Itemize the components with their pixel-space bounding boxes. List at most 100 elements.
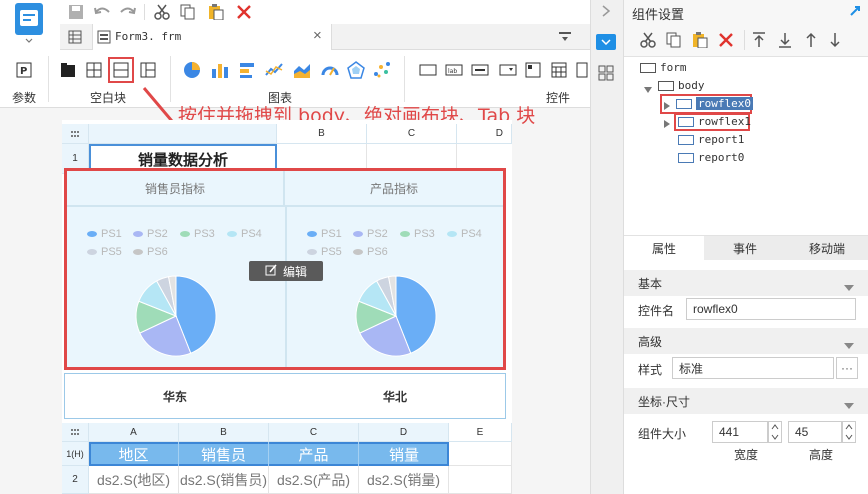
section-collapse-icon[interactable] [844,280,854,294]
salesperson-pie-chart[interactable] [131,271,221,361]
undo-icon[interactable] [92,2,112,22]
bar-chart-icon[interactable] [210,60,230,80]
tree-node-report0[interactable]: report0 [678,151,744,164]
width-input[interactable]: 441 [712,421,768,443]
column-flex-icon[interactable] [138,60,158,80]
tree-node-form[interactable]: form [640,61,687,74]
section-collapse-icon[interactable] [844,398,854,412]
report-node-icon [678,134,694,145]
width-spinner-icon[interactable] [768,421,782,443]
cut-icon[interactable] [640,32,656,51]
section-coords[interactable]: 坐标·尺寸 [624,388,868,414]
move-up-icon[interactable] [804,32,818,51]
tab-mobile[interactable]: 移动端 [786,236,868,260]
section-collapse-icon[interactable] [844,338,854,352]
parameter-icon[interactable]: P [14,60,34,80]
gauge-chart-icon[interactable] [320,60,340,80]
widget-name-input[interactable]: rowflex0 [686,298,856,320]
tab-block-icon[interactable] [58,60,78,80]
scatter-chart-icon[interactable] [372,60,392,80]
column-header-b[interactable]: B [277,124,367,144]
close-icon[interactable]: × [313,27,322,44]
height-spinner-icon[interactable] [842,421,856,443]
save-icon[interactable] [66,2,86,22]
expand-arrow-icon[interactable] [664,117,670,131]
table-corner[interactable] [62,423,89,442]
table-col-header-e[interactable]: E [449,423,512,442]
section-basic[interactable]: 基本 [624,270,868,296]
tree-node-body[interactable]: body [658,79,705,92]
column-header-a[interactable] [89,124,277,144]
tab-events[interactable]: 事件 [704,236,786,260]
absolute-block-icon[interactable] [84,60,104,80]
height-input[interactable]: 45 [788,421,842,443]
table-header-salesperson[interactable]: 销售员 [179,442,269,466]
table-cell-salesperson[interactable]: ds2.S(销售员) [179,466,269,494]
table-row-header-2[interactable]: 2 [62,466,89,494]
table-col-header-c[interactable]: C [269,423,359,442]
text-field-icon[interactable] [418,60,438,80]
copy-icon[interactable] [178,2,198,22]
copy-icon[interactable] [666,32,682,51]
style-label: 样式 [638,363,663,377]
more-widgets-icon[interactable] [572,60,592,80]
cut-icon[interactable] [152,2,172,22]
hbar-chart-icon[interactable] [238,60,258,80]
tab-properties[interactable]: 属性 [624,236,704,260]
dropdown-widget-icon[interactable] [498,60,518,80]
table-col-header-a[interactable]: A [89,423,179,442]
redo-icon[interactable] [118,2,138,22]
column-header-c[interactable]: C [367,124,457,144]
tab-form3[interactable]: Form3. frm × [92,24,332,50]
sheet-corner[interactable] [62,124,89,144]
delete-icon[interactable] [718,32,734,51]
move-bottom-icon[interactable] [778,32,792,51]
table-header-sales[interactable]: 销量 [359,442,449,466]
style-more-icon[interactable]: ··· [836,357,858,379]
label-widget-icon[interactable]: lab [444,60,464,80]
app-logo-icon[interactable] [14,2,46,44]
tree-node-report1[interactable]: report1 [678,133,744,146]
tree-node-rowflex0[interactable]: rowflex0 [676,97,753,110]
legend-dot-icon [87,231,97,237]
line-chart-icon[interactable] [264,60,284,80]
table-cell-product[interactable]: ds2.S(产品) [269,466,359,494]
table-cell[interactable] [449,466,512,494]
button-widget-icon[interactable] [470,60,490,80]
tree-node-rowflex1[interactable]: rowflex1 [678,115,751,128]
expand-triangle-icon[interactable] [644,82,652,96]
move-down-icon[interactable] [828,32,842,51]
table-cell-sales[interactable]: ds2.S(销量) [359,466,449,494]
move-top-icon[interactable] [752,32,766,51]
pie-chart-icon[interactable] [182,60,202,80]
paste-icon[interactable] [692,32,708,51]
table-header-product[interactable]: 产品 [269,442,359,466]
delete-icon[interactable] [234,2,254,22]
style-select[interactable]: 标准 [672,357,834,379]
layout-panel-icon[interactable] [598,65,614,84]
expand-arrow-icon[interactable] [664,99,670,113]
column-header-d[interactable]: D [457,124,512,144]
pin-icon[interactable] [848,4,862,21]
multiselect-widget-icon[interactable] [524,60,544,80]
rowflex0-widget[interactable]: 销售员指标 产品指标 PS1 PS2 PS3 PS4 PS5 PS6 PS1 P… [64,168,506,370]
tab-menu-icon[interactable] [558,31,572,46]
area-chart-icon[interactable] [292,60,312,80]
product-pie-chart[interactable] [351,271,441,361]
table-row-header-1[interactable]: 1(H) [62,442,89,466]
table-col-header-d[interactable]: D [359,423,449,442]
table-header-region[interactable]: 地区 [89,442,179,466]
region-row[interactable]: 华东 华北 [64,373,506,419]
collapse-arrow-icon[interactable] [601,4,611,20]
table-col-header-b[interactable]: B [179,423,269,442]
row-flex-icon[interactable] [111,60,131,80]
paste-icon[interactable] [206,2,226,22]
component-panel-toggle-icon[interactable] [596,34,616,50]
date-widget-icon[interactable] [550,60,570,80]
table-cell-region[interactable]: ds2.S(地区) [89,466,179,494]
section-advanced[interactable]: 高级 [624,328,868,354]
edit-button[interactable]: 编辑 [249,261,323,281]
radar-chart-icon[interactable] [346,60,366,80]
grid-icon[interactable] [68,30,82,47]
table-cell[interactable] [449,442,512,466]
